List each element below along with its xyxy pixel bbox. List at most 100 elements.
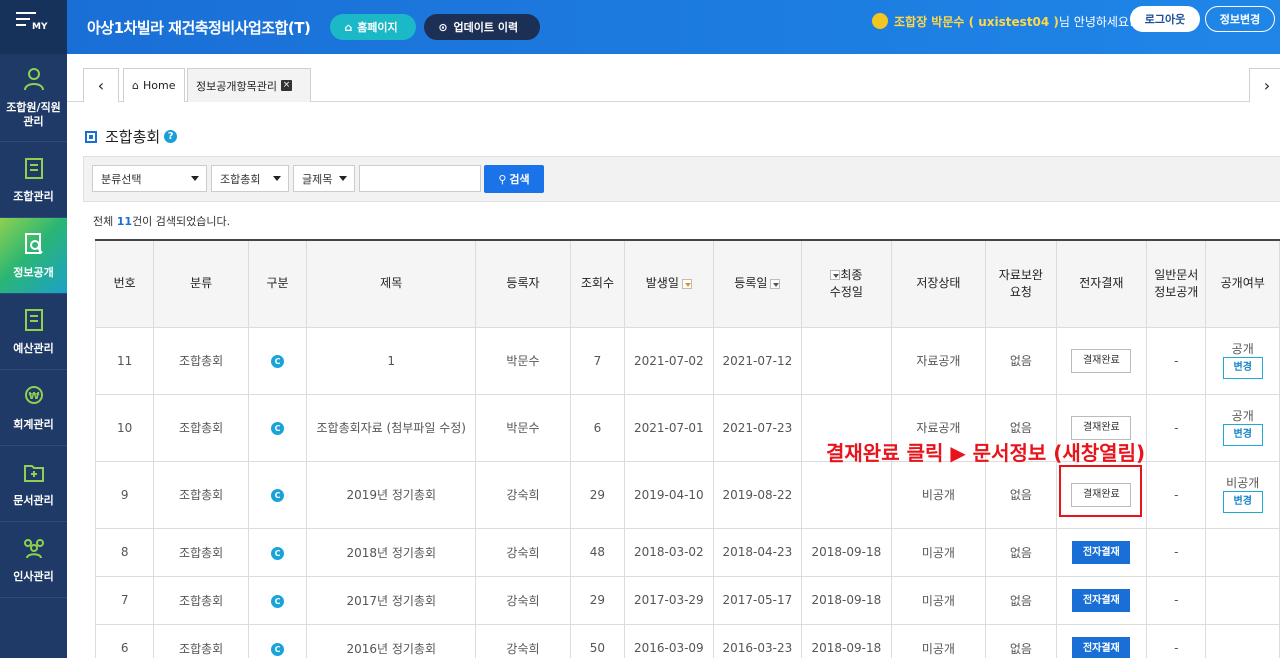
- cell-general: -: [1146, 527, 1207, 577]
- update-history-button[interactable]: ⊙ 업데이트 이력: [424, 14, 541, 40]
- sidebar-item-3[interactable]: 정보공개: [0, 218, 67, 294]
- tab-current[interactable]: 정보공개항목관리 ×: [187, 68, 311, 102]
- chevron-down-icon: [191, 176, 199, 181]
- change-button[interactable]: 변경: [1222, 424, 1263, 446]
- coin-icon: ₩: [23, 384, 45, 418]
- public-status: 공개: [1231, 342, 1254, 356]
- calculator-icon: [23, 308, 45, 342]
- annotation-text: 결재완료 클릭 ▶ 문서정보 (새창열림): [826, 441, 1146, 465]
- category-select[interactable]: 분류선택: [92, 165, 207, 192]
- e-approval-button[interactable]: 전자결재: [1072, 588, 1131, 612]
- chevron-down-icon: [273, 176, 281, 181]
- sort-icon[interactable]: [830, 270, 841, 281]
- table-row[interactable]: 8 조합총회 C 2018년 정기총회 강숙희 48 2018-03-02 2018-04-2…: [94, 527, 1280, 577]
- field-select[interactable]: 글제목: [293, 165, 355, 192]
- cell-occurred: 2018-03-02: [624, 527, 714, 577]
- category-c-icon: C: [271, 355, 285, 368]
- cell-no: 11: [94, 326, 155, 395]
- cell-author: 강숙희: [475, 623, 571, 658]
- search-button[interactable]: ⚲ 검색: [484, 165, 544, 193]
- e-approval-button[interactable]: 전자결재: [1072, 636, 1131, 658]
- cell-supplement: 없음: [985, 460, 1057, 529]
- sidebar-logo[interactable]: MY: [0, 0, 67, 54]
- cell-type: C: [247, 575, 308, 625]
- sidebar-item-label: 회계관리: [13, 417, 54, 431]
- sidebar-item-5[interactable]: ₩ 회계관리: [0, 370, 67, 446]
- profile-edit-button[interactable]: 정보변경: [1205, 6, 1275, 32]
- cell-general: -: [1146, 460, 1207, 529]
- cell-occurred: 2016-03-09: [624, 623, 714, 658]
- cell-no: 10: [94, 393, 155, 462]
- sort-icon[interactable]: [681, 278, 692, 289]
- approval-complete-button[interactable]: 결재완료: [1071, 348, 1132, 373]
- sidebar-item-1[interactable]: 조합원/직원 관리: [0, 54, 67, 142]
- column-header: 자료보완 요청: [985, 239, 1057, 328]
- cell-views: 7: [569, 326, 626, 395]
- sidebar: MY 조합원/직원 관리 조합관리 정보공개 예산관리 ₩ 회계관리 문서관리 인사관리: [0, 0, 67, 658]
- tab-prev-button[interactable]: ‹: [83, 68, 119, 102]
- table-row[interactable]: 7 조합총회 C 2017년 정기총회 강숙희 29 2017-03-29 2017-05-1…: [94, 575, 1280, 625]
- cell-type: C: [247, 393, 308, 462]
- cell-cat: 조합총회: [153, 460, 249, 529]
- tab-next-button[interactable]: ›: [1249, 68, 1280, 102]
- cell-status: 비공개: [890, 460, 987, 529]
- column-header: 구분: [247, 239, 308, 328]
- cell-registered: 2021-07-23: [712, 393, 803, 462]
- chevron-left-icon: ‹: [97, 76, 105, 95]
- cell-esign: 결재완료: [1055, 326, 1148, 395]
- cell-title: 2017년 정기총회: [306, 575, 477, 625]
- update-icon: ⊙: [438, 20, 448, 34]
- user-icon: [872, 13, 888, 29]
- sidebar-item-4[interactable]: 예산관리: [0, 294, 67, 370]
- homepage-button[interactable]: ⌂ 홈페이지: [330, 14, 417, 40]
- public-status: 공개: [1231, 409, 1254, 423]
- cell-type: C: [247, 326, 308, 395]
- cell-general: -: [1146, 393, 1207, 462]
- table-row[interactable]: 6 조합총회 C 2016년 정기총회 강숙희 50 2016-03-09 2016-03-2…: [94, 623, 1280, 658]
- change-button[interactable]: 변경: [1222, 357, 1263, 379]
- table-row[interactable]: 11 조합총회 C 1 박문수 7 2021-07-02 2021-07-12 자료공개 없음 결재…: [94, 326, 1280, 395]
- cell-general: -: [1146, 326, 1207, 395]
- sidebar-item-7[interactable]: 인사관리: [0, 522, 67, 598]
- user-name: 조합장 박문수 ( uxistest04 ): [894, 14, 1059, 29]
- column-header[interactable]: 최종 수정일: [801, 239, 892, 328]
- public-status: 비공개: [1226, 476, 1260, 490]
- cell-general: -: [1146, 623, 1207, 658]
- person-icon: [23, 67, 45, 101]
- cell-type: C: [247, 527, 308, 577]
- cell-public: 공개 변경: [1205, 393, 1280, 462]
- type-select[interactable]: 조합총회: [211, 165, 289, 192]
- sidebar-item-6[interactable]: 문서관리: [0, 446, 67, 522]
- search-input[interactable]: [359, 165, 481, 192]
- category-c-icon: C: [271, 594, 285, 608]
- cell-author: 강숙희: [475, 575, 571, 625]
- logout-button[interactable]: 로그아웃: [1130, 6, 1200, 32]
- home-icon: ⌂: [344, 20, 353, 34]
- cell-status: 자료공개: [890, 326, 987, 395]
- sort-icon[interactable]: [770, 278, 781, 289]
- cell-status: 미공개: [890, 575, 987, 625]
- sidebar-item-label: 조합원/직원 관리: [6, 100, 61, 128]
- cell-occurred: 2021-07-02: [624, 326, 714, 395]
- cell-cat: 조합총회: [153, 623, 249, 658]
- close-icon[interactable]: ×: [280, 80, 292, 91]
- cell-views: 29: [569, 460, 626, 529]
- cell-cat: 조합총회: [153, 326, 249, 395]
- cell-title: 2019년 정기총회: [306, 460, 477, 529]
- column-header: 전자결재: [1055, 239, 1148, 328]
- search-icon: ⚲: [498, 172, 507, 186]
- cell-cat: 조합총회: [153, 575, 249, 625]
- column-header[interactable]: 발생일: [624, 239, 714, 328]
- column-header[interactable]: 등록일: [712, 239, 803, 328]
- cell-esign: 전자결재: [1055, 623, 1148, 658]
- top-bar: 아상1차빌라 재건축정비사업조합(T) ⌂ 홈페이지 ⊙ 업데이트 이력 조합장…: [67, 0, 1280, 54]
- sidebar-item-2[interactable]: 조합관리: [0, 142, 67, 218]
- change-button[interactable]: 변경: [1222, 491, 1263, 513]
- approval-complete-button[interactable]: 결재완료: [1071, 415, 1132, 440]
- cell-no: 7: [94, 575, 155, 625]
- home-icon: ⌂: [132, 79, 139, 92]
- e-approval-button[interactable]: 전자결재: [1072, 540, 1131, 564]
- help-icon[interactable]: ?: [164, 130, 178, 143]
- tab-home[interactable]: ⌂ Home: [123, 68, 185, 102]
- column-header: 번호: [94, 239, 155, 328]
